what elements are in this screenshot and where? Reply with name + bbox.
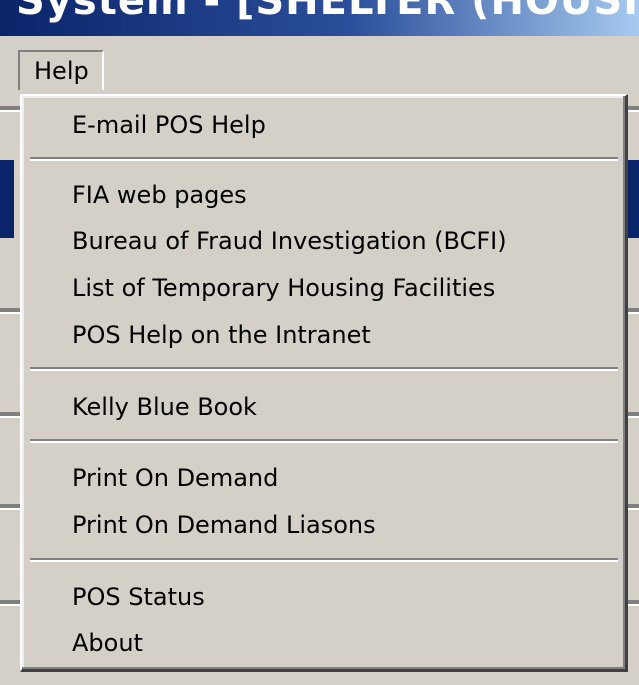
window-title: System - [SHELTER (HOUSING (16, 0, 639, 24)
menu-separator (30, 367, 618, 371)
menu-separator (30, 157, 618, 161)
menu-item-bureau-fraud-investigation[interactable]: Bureau of Fraud Investigation (BCFI) (72, 226, 507, 256)
menu-separator (30, 439, 618, 443)
background-selection-left (0, 160, 14, 238)
menu-item-pos-status[interactable]: POS Status (72, 582, 205, 612)
menu-item-print-on-demand[interactable]: Print On Demand (72, 463, 278, 493)
menu-bar: Help (0, 36, 639, 92)
menu-item-email-pos-help[interactable]: E-mail POS Help (72, 110, 266, 140)
menu-item-fia-web-pages[interactable]: FIA web pages (72, 180, 247, 210)
menu-item-temporary-housing-facilities[interactable]: List of Temporary Housing Facilities (72, 273, 495, 303)
menu-item-print-on-demand-liasons[interactable]: Print On Demand Liasons (72, 510, 376, 540)
menu-item-about[interactable]: About (72, 628, 143, 658)
menu-separator (30, 558, 618, 562)
menu-item-pos-help-intranet[interactable]: POS Help on the Intranet (72, 320, 371, 350)
window-titlebar: System - [SHELTER (HOUSING (0, 0, 639, 36)
help-dropdown-menu: E-mail POS Help FIA web pages Bureau of … (20, 94, 628, 672)
menu-item-kelly-blue-book[interactable]: Kelly Blue Book (72, 392, 257, 422)
menu-help[interactable]: Help (18, 50, 104, 90)
